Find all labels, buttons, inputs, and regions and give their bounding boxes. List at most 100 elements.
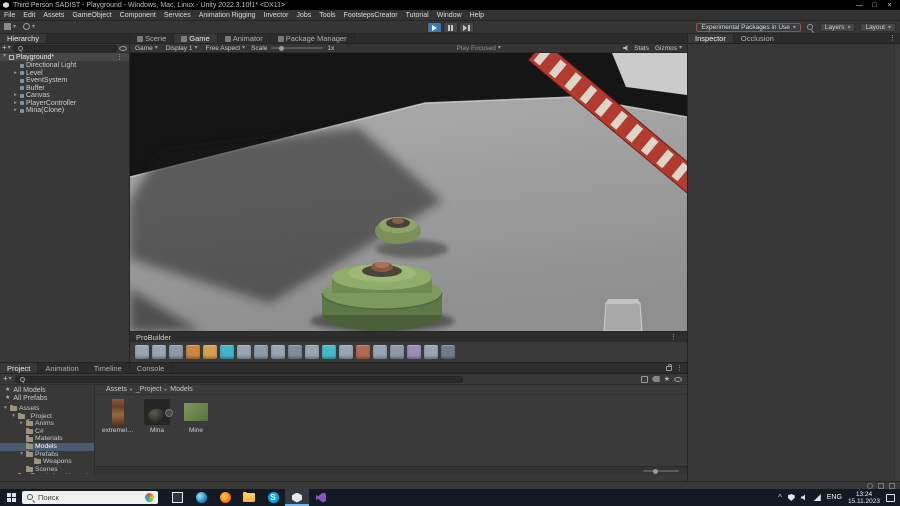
project-folder-row[interactable]: ▾ Prefabs	[0, 450, 94, 459]
menu-item[interactable]: File	[0, 10, 19, 21]
project-folder-row[interactable]: C#	[0, 427, 94, 436]
scene-options-icon[interactable]: ⋮	[112, 54, 127, 61]
asset-item[interactable]: Mine	[180, 399, 212, 434]
search-icon[interactable]	[806, 23, 815, 32]
game-viewport[interactable]	[130, 53, 687, 331]
task-view-icon[interactable]	[165, 489, 189, 506]
breadcrumb-item[interactable]: ▸ _Project	[127, 386, 161, 393]
menu-item[interactable]: Animation Rigging	[195, 10, 260, 21]
inspector-menu-icon[interactable]: ⋮	[885, 34, 900, 43]
tab-console[interactable]: Console	[130, 363, 173, 373]
breadcrumb-item[interactable]: ▸ Models	[161, 386, 192, 393]
subdivide-object-icon[interactable]	[424, 345, 438, 359]
game-view-mode-dropdown[interactable]: Game ▾	[133, 45, 160, 52]
material-editor-icon[interactable]	[203, 345, 217, 359]
play-button[interactable]	[427, 22, 442, 33]
close-button[interactable]: ×	[882, 2, 897, 9]
menu-item[interactable]: Component	[116, 10, 160, 21]
tab-project[interactable]: Project	[0, 363, 39, 373]
hidden-packages-icon[interactable]	[674, 376, 682, 382]
uv-editor-icon[interactable]	[220, 345, 234, 359]
zoom-slider-handle[interactable]	[653, 468, 658, 474]
project-folder-row[interactable]: ▸ Anims	[0, 420, 94, 428]
pause-button[interactable]	[443, 22, 458, 33]
tab-animation[interactable]: Animation	[38, 363, 87, 373]
tab-occlusion[interactable]: Occlusion	[734, 34, 782, 43]
action-center-icon[interactable]	[886, 493, 895, 502]
tab-hierarchy[interactable]: Hierarchy	[0, 34, 48, 43]
probuilder-header[interactable]: ProBuilder ⋮	[130, 331, 687, 342]
flip-normals-icon[interactable]	[407, 345, 421, 359]
project-folder-row[interactable]: Models	[0, 442, 94, 451]
project-folder-row[interactable]: Weapons	[0, 458, 94, 466]
handle-orientation-icon[interactable]	[288, 345, 302, 359]
menu-item[interactable]: Invector	[260, 10, 293, 21]
volume-icon[interactable]	[800, 494, 805, 501]
project-folder-row[interactable]: Scenes	[0, 465, 94, 474]
windows-search-box[interactable]	[22, 491, 158, 504]
step-button[interactable]	[459, 22, 474, 33]
shift-modifier-icon[interactable]	[305, 345, 319, 359]
visual-studio-icon[interactable]	[309, 489, 333, 506]
tab-animator[interactable]: Animator	[218, 34, 271, 43]
hierarchy-item[interactable]: ▸ Mina(Clone)	[0, 107, 129, 115]
account-dropdown[interactable]: ▾	[23, 23, 35, 30]
defender-icon[interactable]	[787, 494, 795, 501]
project-search-input[interactable]	[26, 375, 459, 383]
project-menu-icon[interactable]: ⋮	[676, 365, 683, 372]
asset-item[interactable]: extremely...	[102, 399, 134, 434]
vertex-colors-icon[interactable]	[186, 345, 200, 359]
project-folder-row[interactable]: Materials	[0, 435, 94, 443]
extrude-faces-icon[interactable]	[390, 345, 404, 359]
shrink-selection-icon[interactable]	[356, 345, 370, 359]
probuilder-menu-icon[interactable]: ⋮	[666, 334, 681, 341]
tab-inspector[interactable]: Inspector	[688, 34, 734, 43]
menu-item[interactable]: Window	[433, 10, 466, 21]
project-folder-row[interactable]: ▾ Assets	[0, 405, 94, 413]
menu-item[interactable]: Jobs	[292, 10, 315, 21]
menu-item[interactable]: Tutorial	[402, 10, 433, 21]
project-folder-row[interactable]: _TerrainAutoUpgrade	[0, 473, 94, 474]
inspector-scrollbar[interactable]	[894, 44, 900, 481]
center-pivot-icon[interactable]	[441, 345, 455, 359]
start-button[interactable]	[0, 489, 22, 506]
hierarchy-item[interactable]: Buffer	[0, 85, 129, 93]
new-shape-icon[interactable]	[135, 345, 149, 359]
status-console-icon[interactable]	[889, 482, 895, 489]
play-focused-dropdown[interactable]: Play Focused ▾	[455, 45, 503, 52]
favorite-search-item[interactable]: ★ All Models	[0, 386, 94, 394]
network-icon[interactable]	[813, 494, 821, 501]
tab-package-manager[interactable]: Package Manager	[271, 34, 355, 43]
status-cache-icon[interactable]	[878, 482, 884, 489]
save-search-icon[interactable]: ★	[664, 376, 670, 383]
scene-visibility-icon[interactable]	[119, 45, 127, 51]
search-by-label-icon[interactable]	[651, 376, 660, 382]
aspect-ratio-dropdown[interactable]: Free Aspect ▾	[203, 45, 247, 52]
tab-game[interactable]: Game	[174, 34, 218, 43]
taskbar-search-input[interactable]	[38, 493, 142, 502]
scale-slider-handle[interactable]	[279, 45, 285, 51]
gizmos-dropdown[interactable]: Gizmos ▾	[653, 45, 684, 52]
menu-item[interactable]: FootstepsCreator	[340, 10, 402, 21]
skype-icon[interactable]	[261, 489, 285, 506]
hierarchy-item[interactable]: Directional Light	[0, 62, 129, 70]
probuilderize-icon[interactable]	[254, 345, 268, 359]
scene-header-playground[interactable]: ▾ Playground* ⋮	[0, 53, 129, 62]
scale-slider[interactable]	[271, 45, 324, 51]
layout-dropdown[interactable]: Layout ▾	[860, 23, 896, 32]
status-progress-icon[interactable]	[867, 482, 873, 489]
hierarchy-search-field[interactable]	[12, 44, 117, 52]
project-search-field[interactable]	[14, 375, 463, 383]
hierarchy-item[interactable]: ▸ PlayerController	[0, 100, 129, 108]
menu-item[interactable]: Edit	[19, 10, 39, 21]
hierarchy-search-input[interactable]	[24, 44, 113, 52]
asset-item[interactable]: Mina	[141, 399, 173, 434]
new-poly-shape-icon[interactable]	[152, 345, 166, 359]
services-dropdown[interactable]: ▾	[4, 23, 16, 30]
hierarchy-item[interactable]: ▸ Canvas	[0, 92, 129, 100]
lock-icon[interactable]	[666, 363, 672, 371]
menu-item[interactable]: GameObject	[68, 10, 115, 21]
hierarchy-item[interactable]: ▸ Level	[0, 70, 129, 78]
smoothing-groups-icon[interactable]	[169, 345, 183, 359]
file-explorer-icon[interactable]	[237, 489, 261, 506]
